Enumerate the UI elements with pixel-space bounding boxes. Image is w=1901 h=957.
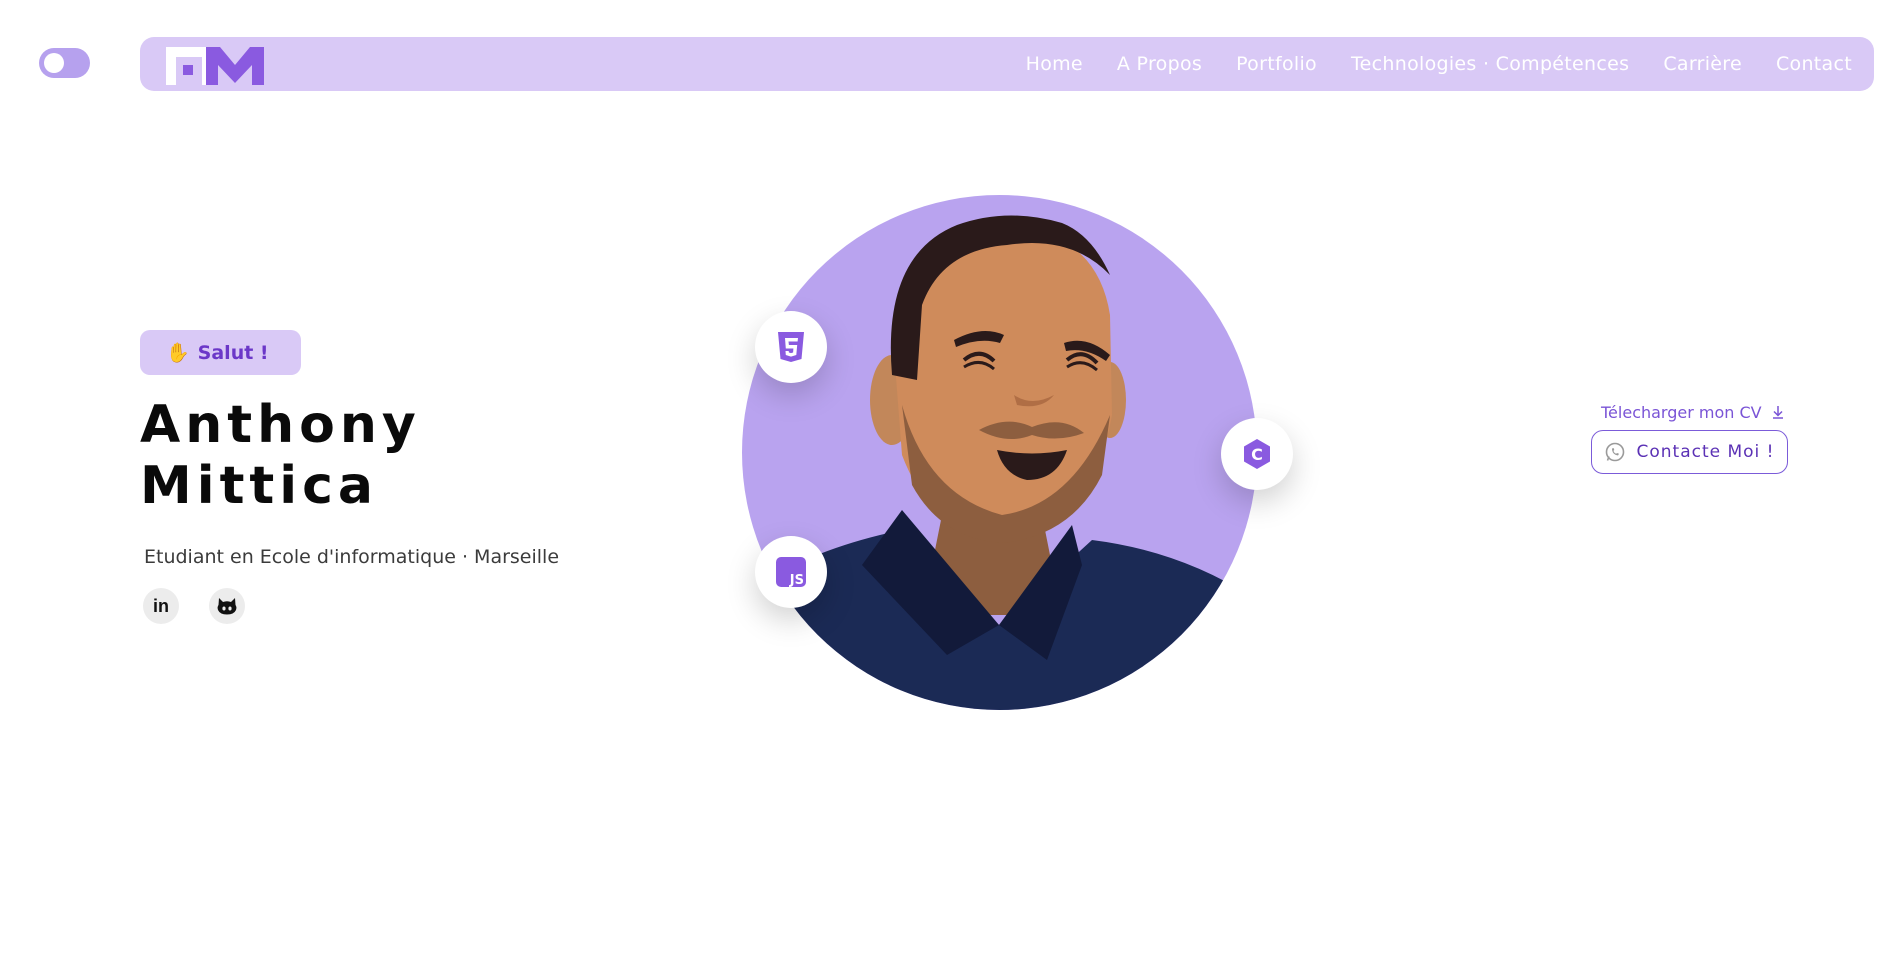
html5-badge: [755, 311, 827, 383]
c-language-badge: C: [1221, 418, 1293, 490]
nav-link-technologies[interactable]: Technologies · Compétences: [1351, 53, 1629, 75]
linkedin-label: in: [153, 595, 169, 616]
github-cat-glyph: [217, 598, 237, 615]
whatsapp-icon: [1606, 442, 1625, 462]
c-language-icon: C: [1244, 439, 1270, 469]
nav-link-contact[interactable]: Contact: [1776, 53, 1852, 75]
name-first: Anthony: [140, 395, 421, 455]
github-icon[interactable]: [209, 588, 245, 624]
nav-link-portfolio[interactable]: Portfolio: [1236, 53, 1317, 75]
contact-button-label: Contacte Moi !: [1636, 442, 1775, 462]
nav-link-a-propos[interactable]: A Propos: [1117, 53, 1202, 75]
nav-link-carriere[interactable]: Carrière: [1663, 53, 1742, 75]
c-language-label: C: [1251, 445, 1263, 464]
html5-icon: [778, 332, 804, 362]
toggle-knob: [44, 53, 64, 73]
greeting-badge: ✋ Salut !: [140, 330, 301, 375]
hero-subtitle: Etudiant en Ecole d'informatique · Marse…: [144, 546, 560, 568]
download-cv-label: Télecharger mon CV: [1601, 402, 1762, 422]
greeting-text: Salut !: [197, 341, 269, 364]
linkedin-icon[interactable]: in: [143, 588, 179, 624]
social-links: in: [143, 588, 245, 624]
nav-link-home[interactable]: Home: [1026, 53, 1083, 75]
hero-name: Anthony Mittica: [140, 395, 560, 517]
profile-avatar: [742, 195, 1257, 710]
name-last: Mittica: [140, 456, 379, 516]
javascript-icon: JS: [776, 557, 806, 588]
am-logo[interactable]: [166, 47, 264, 85]
nav-links: Home A Propos Portfolio Technologies · C…: [1026, 37, 1852, 91]
waving-hand-icon: ✋: [166, 342, 190, 364]
navbar: Home A Propos Portfolio Technologies · C…: [140, 37, 1874, 91]
download-icon: [1772, 406, 1783, 419]
javascript-label: JS: [789, 573, 804, 588]
contact-button[interactable]: Contacte Moi !: [1591, 430, 1788, 474]
javascript-badge: JS: [755, 536, 827, 608]
theme-toggle[interactable]: [39, 48, 90, 78]
download-cv-link[interactable]: Télecharger mon CV: [1601, 401, 1785, 423]
